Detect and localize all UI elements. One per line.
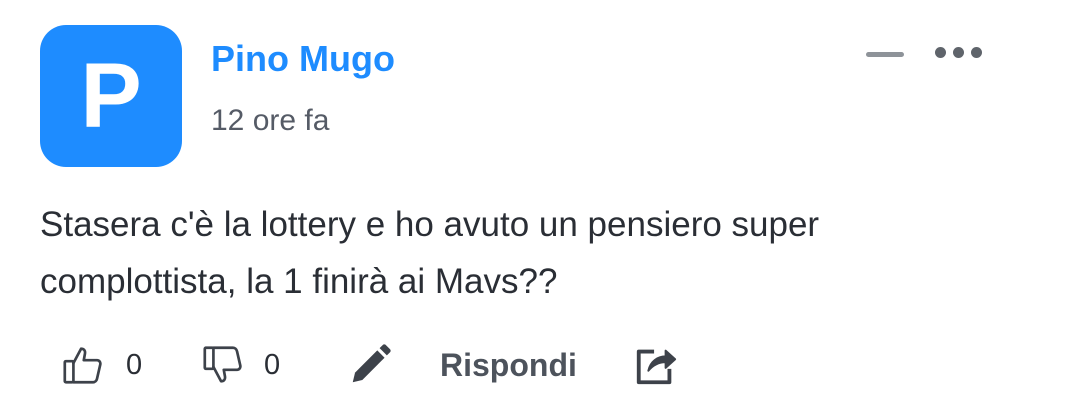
edit-button[interactable] [347,335,393,395]
timestamp: 12 ore fa [211,104,330,137]
author-name[interactable]: Pino Mugo [211,38,395,80]
comment-text: Stasera c'è la lottery e ho avuto un pen… [40,205,820,301]
like-count: 0 [126,348,143,381]
reply-button[interactable]: Rispondi [440,335,577,395]
dislike-button[interactable] [200,335,246,395]
thumbs-up-icon [63,347,102,384]
like-button[interactable] [60,335,106,395]
dislike-count: 0 [264,348,281,381]
more-dots-icon[interactable] [935,47,982,58]
minimize-icon[interactable] [866,52,904,57]
share-icon [636,349,677,385]
pencil-icon [352,344,391,383]
avatar-letter: P [80,44,142,147]
share-button[interactable] [632,335,680,395]
avatar[interactable]: P [40,25,182,167]
thumbs-down-icon [203,346,242,383]
comment-actions: 0 0 Rispondi [0,335,1080,395]
